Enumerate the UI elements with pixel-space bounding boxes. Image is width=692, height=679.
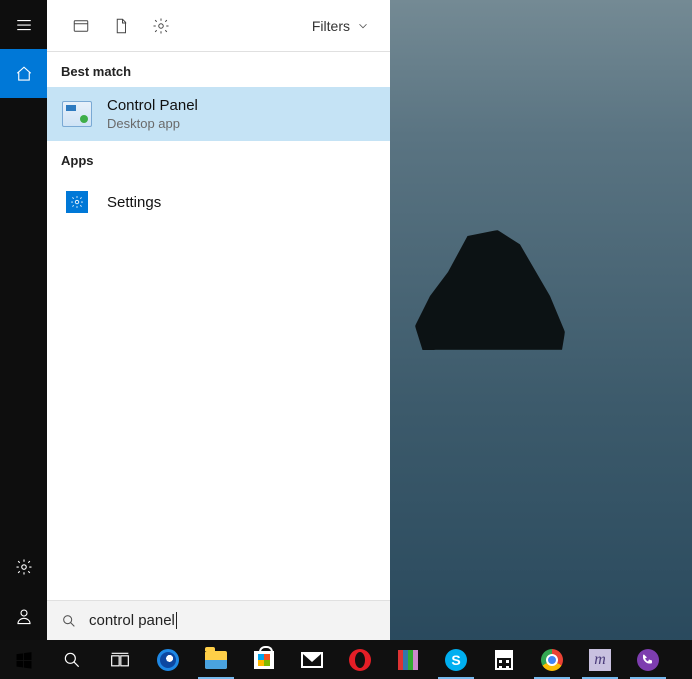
skype-icon: S: [445, 649, 467, 671]
search-panel-header: Filters: [47, 0, 390, 52]
start-left-rail: [0, 0, 47, 640]
filters-dropdown[interactable]: Filters: [306, 0, 376, 52]
taskbar-app-books[interactable]: [384, 640, 432, 679]
viber-icon: [637, 649, 659, 671]
scope-apps-button[interactable]: [61, 0, 101, 52]
home-icon: [15, 65, 33, 83]
books-icon: [398, 650, 418, 670]
control-panel-icon: [61, 98, 93, 130]
desktop-wallpaper: Filters Best match Control Panel Desktop…: [0, 0, 692, 679]
scope-settings-button[interactable]: [141, 0, 181, 52]
taskbar-app-opera[interactable]: [336, 640, 384, 679]
rail-account-button[interactable]: [0, 591, 47, 640]
taskbar-app-mail[interactable]: [288, 640, 336, 679]
result-subtitle: Desktop app: [107, 116, 198, 131]
mail-icon: [301, 652, 323, 668]
task-view-icon: [110, 650, 130, 670]
window-icon: [72, 17, 90, 35]
calculator-icon: [495, 650, 513, 670]
gear-icon: [152, 17, 170, 35]
search-results-panel: Filters Best match Control Panel Desktop…: [47, 0, 390, 640]
windows-logo-icon: [14, 650, 34, 670]
taskbar-app-viber[interactable]: [624, 640, 672, 679]
wallpaper-rock: [415, 230, 565, 350]
person-icon: [15, 607, 33, 625]
start-button[interactable]: [0, 640, 48, 679]
section-best-match: Best match: [47, 52, 390, 87]
edge-icon: [157, 649, 179, 671]
taskbar-app-calculator[interactable]: [480, 640, 528, 679]
result-control-panel[interactable]: Control Panel Desktop app: [47, 87, 390, 141]
result-title: Settings: [107, 194, 161, 211]
home-button[interactable]: [0, 49, 47, 98]
store-icon: [254, 651, 274, 669]
search-input[interactable]: control panel: [47, 600, 390, 640]
chrome-icon: [541, 649, 563, 671]
gear-icon: [70, 195, 84, 209]
taskbar: S m: [0, 640, 692, 679]
search-icon: [61, 613, 77, 629]
scope-documents-button[interactable]: [101, 0, 141, 52]
settings-app-icon: [61, 186, 93, 218]
folder-icon: [205, 651, 227, 669]
filters-label: Filters: [312, 18, 350, 34]
taskbar-app-edge[interactable]: [144, 640, 192, 679]
task-view-button[interactable]: [96, 640, 144, 679]
taskbar-app-m[interactable]: m: [576, 640, 624, 679]
search-query-text: control panel: [89, 612, 177, 629]
taskbar-app-file-explorer[interactable]: [192, 640, 240, 679]
result-title: Control Panel: [107, 97, 198, 114]
app-m-icon: m: [589, 649, 611, 671]
gear-icon: [15, 558, 33, 576]
taskbar-app-skype[interactable]: S: [432, 640, 480, 679]
rail-settings-button[interactable]: [0, 542, 47, 591]
hamburger-icon: [15, 16, 33, 34]
result-settings[interactable]: Settings: [47, 176, 390, 228]
hamburger-menu-button[interactable]: [0, 0, 47, 49]
chevron-down-icon: [356, 19, 370, 33]
taskbar-app-chrome[interactable]: [528, 640, 576, 679]
taskbar-search-button[interactable]: [48, 640, 96, 679]
opera-icon: [349, 649, 371, 671]
section-apps: Apps: [47, 141, 390, 176]
document-icon: [112, 17, 130, 35]
taskbar-app-store[interactable]: [240, 640, 288, 679]
search-icon: [62, 650, 82, 670]
